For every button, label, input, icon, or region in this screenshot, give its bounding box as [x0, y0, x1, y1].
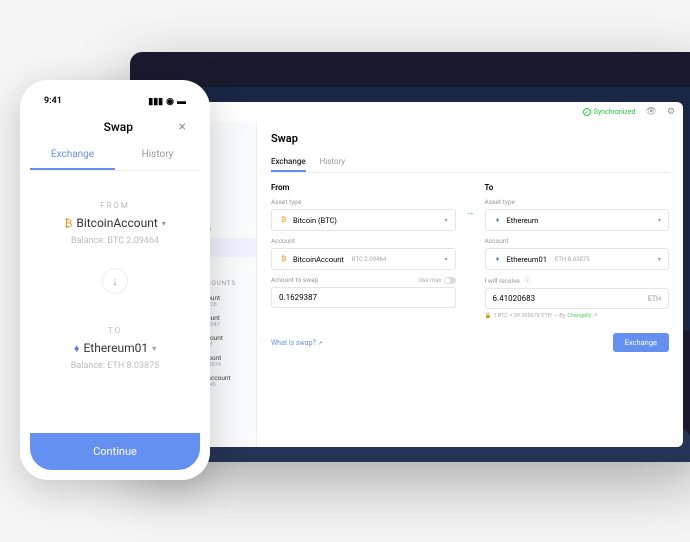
laptop-screen: ✓ Synchronized 👁 ⚙ MENU 📈Portfolio ▭Acco… [138, 87, 690, 462]
phone-tabs: Exchange History [30, 141, 200, 171]
chevron-down-icon: ▾ [658, 256, 661, 263]
settings-icon[interactable]: ⚙ [667, 107, 675, 117]
from-column: From Asset type ₿ Bitcoin (BTC) ▾ Accoun… [271, 183, 456, 308]
what-is-swap-link[interactable]: What is swap? ↗ [271, 339, 323, 347]
from-asset-dropdown[interactable]: ₿ Bitcoin (BTC) ▾ [271, 209, 456, 231]
battery-icon: ▬ [177, 96, 186, 107]
check-icon: ✓ [583, 108, 591, 116]
swap-form: From Asset type ₿ Bitcoin (BTC) ▾ Accoun… [271, 183, 669, 319]
eye-icon[interactable]: 👁 [646, 107, 657, 117]
tab-history[interactable]: History [320, 153, 345, 172]
wifi-icon: ◉ [166, 97, 174, 107]
swap-direction-button[interactable]: ↓ [102, 268, 128, 294]
phone-title: Swap [104, 120, 133, 134]
chevron-down-icon: ▾ [444, 217, 447, 224]
use-max-toggle[interactable]: Use max [418, 276, 455, 284]
to-account-dropdown[interactable]: ♦ Ethereum01 ETH 8.03875 ▾ [485, 248, 670, 270]
from-account-dropdown[interactable]: ₿ BitcoinAccount BTC 2.09464 ▾ [271, 248, 456, 270]
from-amount-input[interactable]: 0.1629387 [271, 287, 456, 308]
lock-icon: 🔒 [485, 313, 492, 319]
external-link-icon[interactable]: ↗ [593, 313, 598, 319]
asset-type-label: Asset type [485, 198, 670, 206]
to-amount-display: 6.41020683 ETH [485, 288, 670, 309]
phone-body: FROM ₿ BitcoinAccount ▾ Balance: BTC 2.0… [30, 171, 200, 433]
exchange-rate: 🔒 1 BTC = 39.305678 ETH — By Changelly ↗ [485, 313, 670, 319]
amount-label: Amount to swap [271, 276, 318, 284]
continue-button[interactable]: Continue [30, 433, 200, 470]
swap-arrow-icon: → [466, 207, 475, 218]
main-content: Swap Exchange History From Asset type ₿ … [257, 122, 683, 447]
page-title: Swap [271, 132, 669, 145]
laptop-frame: ✓ Synchronized 👁 ⚙ MENU 📈Portfolio ▭Acco… [130, 52, 690, 462]
exchange-button[interactable]: Exchange [613, 333, 669, 352]
chevron-down-icon: ▾ [162, 219, 166, 228]
ethereum-icon: ♦ [74, 342, 80, 355]
info-icon[interactable]: ⓘ [524, 278, 530, 285]
phone-frame: 9:41 ▮▮▮ ◉ ▬ Swap × Exchange History FRO… [20, 80, 210, 480]
from-account-selector[interactable]: ₿ BitcoinAccount ▾ [64, 216, 166, 230]
toggle-icon [444, 277, 456, 284]
from-label: From [271, 183, 456, 192]
titlebar: ✓ Synchronized 👁 ⚙ [152, 102, 683, 122]
desktop-app-window: ✓ Synchronized 👁 ⚙ MENU 📈Portfolio ▭Acco… [152, 102, 683, 447]
to-label: To [485, 183, 670, 192]
asset-type-label: Asset type [271, 198, 456, 206]
time: 9:41 [44, 96, 62, 107]
to-asset-dropdown[interactable]: ♦ Ethereum ▾ [485, 209, 670, 231]
bitcoin-icon: ₿ [279, 215, 289, 225]
sync-label: Synchronized [594, 108, 636, 116]
ethereum-icon: ♦ [493, 215, 503, 225]
chevron-down-icon: ▾ [152, 344, 156, 353]
from-label: FROM [100, 201, 130, 210]
ethereum-icon: ♦ [493, 254, 503, 264]
to-account-selector[interactable]: ♦ Ethereum01 ▾ [74, 341, 156, 355]
tab-exchange[interactable]: Exchange [271, 153, 306, 172]
account-label: Account [485, 237, 670, 245]
signal-icon: ▮▮▮ [148, 97, 163, 107]
tab-history[interactable]: History [115, 141, 200, 170]
desktop-tabs: Exchange History [271, 153, 669, 173]
status-bar: 9:41 ▮▮▮ ◉ ▬ [30, 90, 200, 113]
phone-header: Swap × [30, 113, 200, 141]
to-balance: Balance: ETH 8.03875 [71, 361, 159, 371]
footer-row: What is swap? ↗ Exchange [271, 333, 669, 352]
bitcoin-icon: ₿ [64, 217, 72, 230]
phone-screen: 9:41 ▮▮▮ ◉ ▬ Swap × Exchange History FRO… [30, 90, 200, 470]
tab-exchange[interactable]: Exchange [30, 141, 115, 170]
to-column: To Asset type ♦ Ethereum ▾ Account ♦ Eth… [485, 183, 670, 319]
sync-status: ✓ Synchronized [583, 108, 636, 116]
to-label: TO [108, 326, 122, 335]
receive-label: I will receive [485, 277, 520, 285]
close-icon[interactable]: × [179, 119, 186, 135]
bitcoin-icon: ₿ [279, 254, 289, 264]
account-label: Account [271, 237, 456, 245]
from-balance: Balance: BTC 2.09464 [71, 236, 159, 246]
chevron-down-icon: ▾ [658, 217, 661, 224]
desktop-body: MENU 📈Portfolio ▭Accounts ↗Send ↙Receive… [152, 122, 683, 447]
external-link-icon: ↗ [318, 340, 323, 347]
chevron-down-icon: ▾ [444, 256, 447, 263]
